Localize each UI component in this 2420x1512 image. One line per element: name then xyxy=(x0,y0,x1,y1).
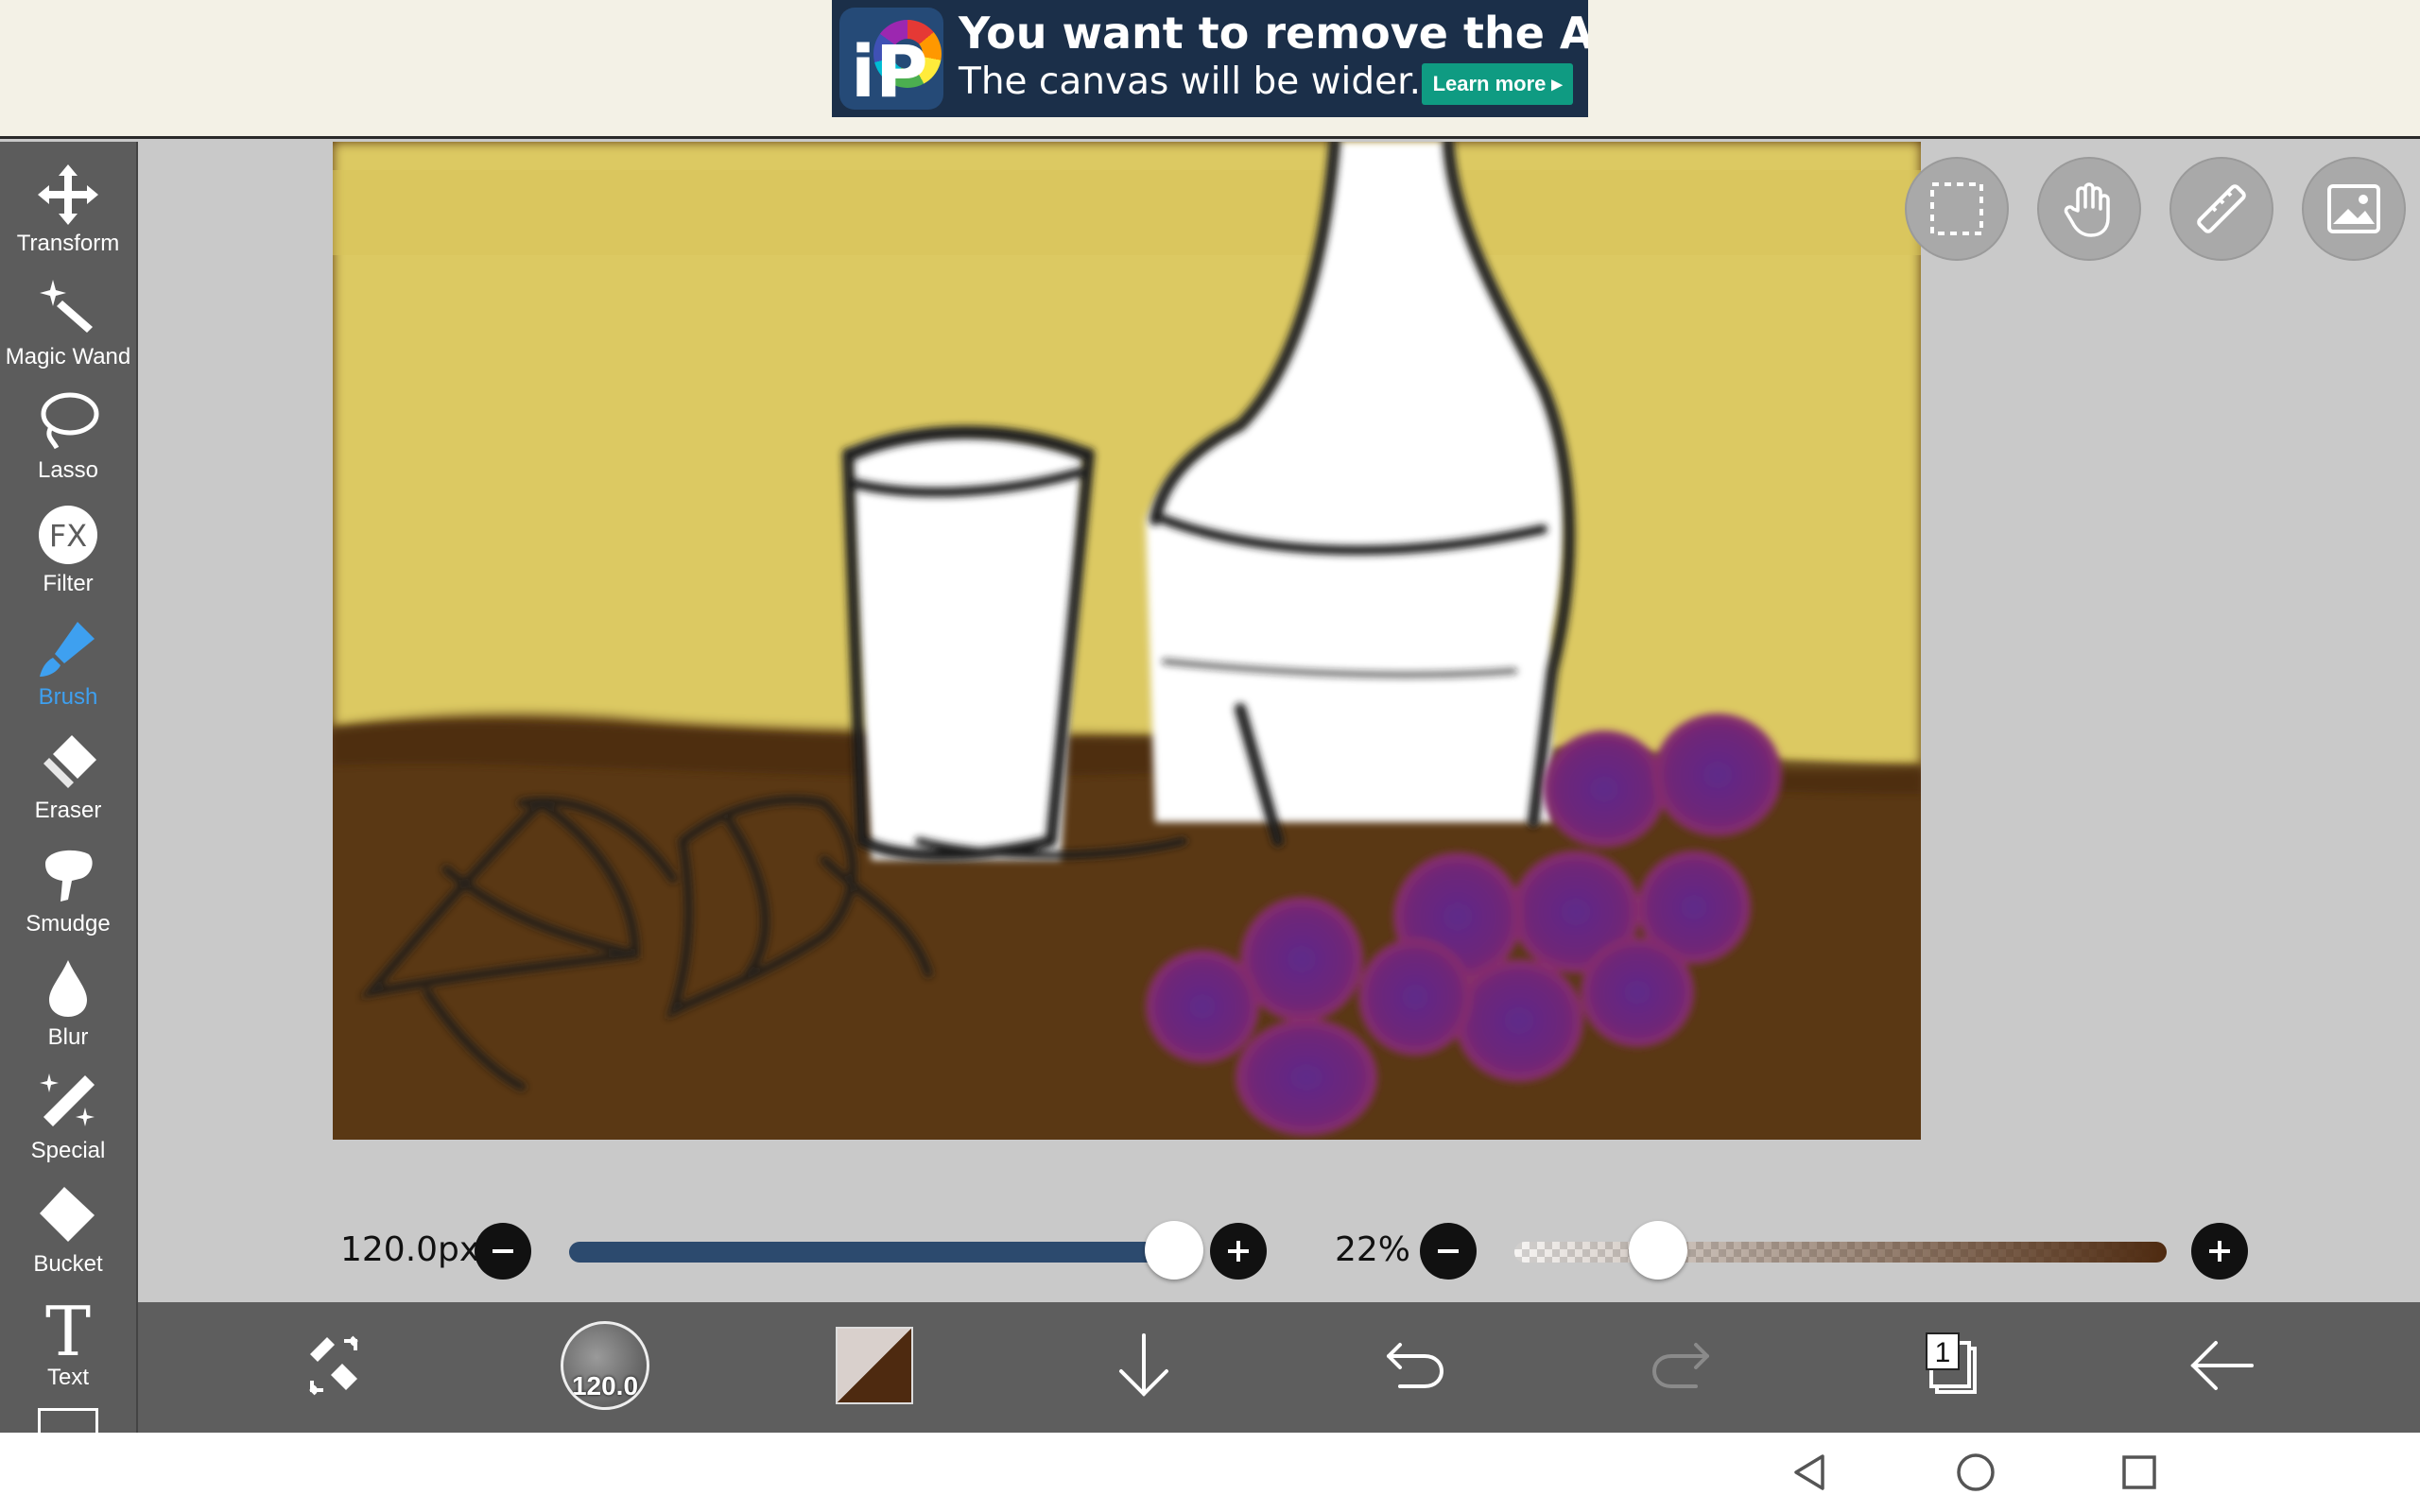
brush-size-badge: 120.0 xyxy=(571,1371,639,1400)
system-recents-button[interactable] xyxy=(2111,1444,2168,1501)
ruler-button[interactable] xyxy=(2169,157,2273,261)
ad-banner[interactable]: iP You want to remove the Ad? The canvas… xyxy=(832,0,1588,117)
special-icon xyxy=(34,1068,102,1136)
system-home-button[interactable] xyxy=(1947,1444,2004,1501)
arrow-down-icon xyxy=(1119,1333,1168,1397)
layer-count-badge: 1 xyxy=(1926,1332,1960,1370)
brush-size-value: 120.0px xyxy=(340,1230,480,1269)
brush-size-button[interactable]: 120.0 xyxy=(553,1314,657,1418)
tool-label: Filter xyxy=(43,571,94,596)
tool-bucket[interactable]: Bucket xyxy=(0,1174,136,1285)
image-icon xyxy=(2327,184,2380,233)
ibis-paint-logo: iP xyxy=(839,8,943,110)
tool-label: Bucket xyxy=(33,1251,103,1277)
undo-button[interactable] xyxy=(1361,1314,1465,1418)
tool-label: Lasso xyxy=(37,457,99,483)
transform-icon xyxy=(34,161,102,229)
tool-label: Brush xyxy=(38,684,98,710)
brush-eraser-swap-icon xyxy=(309,1335,358,1396)
painting xyxy=(333,142,1921,1140)
lasso-icon xyxy=(34,387,102,455)
hand-button[interactable] xyxy=(2037,157,2141,261)
brush-opacity-value: 22% xyxy=(1335,1230,1411,1269)
tool-text[interactable]: T Text xyxy=(0,1287,136,1399)
ad-subtitle: The canvas will be wider. xyxy=(959,60,1421,103)
brush-opacity-slider[interactable] xyxy=(1514,1242,2167,1263)
drawing-canvas[interactable] xyxy=(333,142,1921,1140)
learn-more-label: Learn more xyxy=(1432,72,1547,95)
ad-banner-bar: iP You want to remove the Ad? The canvas… xyxy=(0,0,2420,139)
smudge-icon xyxy=(34,841,102,909)
import-down-button[interactable] xyxy=(1092,1314,1196,1418)
plus-icon xyxy=(1228,1241,1249,1262)
ad-logo-text: iP xyxy=(851,29,928,113)
tool-filter[interactable]: FX Filter xyxy=(0,493,136,605)
redo-icon xyxy=(1652,1343,1709,1388)
circle-home-icon xyxy=(1957,1453,1995,1491)
tool-blur[interactable]: Blur xyxy=(0,947,136,1058)
tool-label: Text xyxy=(46,1365,89,1390)
tool-label: Blur xyxy=(47,1024,89,1050)
ad-title: You want to remove the Ad? xyxy=(959,8,1588,59)
fx-icon: FX xyxy=(34,501,102,569)
selection-icon xyxy=(1930,182,1983,235)
minus-icon xyxy=(493,1249,513,1253)
triangle-back-icon xyxy=(1794,1454,1824,1490)
tool-label: Smudge xyxy=(26,911,111,936)
brush-preview-icon: 120.0 xyxy=(561,1321,649,1410)
play-arrow-icon: ▸ xyxy=(1551,72,1563,95)
system-back-button[interactable] xyxy=(1782,1444,1839,1501)
opacity-increase-button[interactable] xyxy=(2191,1223,2248,1280)
size-increase-button[interactable] xyxy=(1210,1223,1267,1280)
arrow-left-icon xyxy=(2190,1341,2254,1390)
tool-transform[interactable]: Transform xyxy=(0,153,136,265)
swap-tool-button[interactable] xyxy=(283,1314,387,1418)
svg-text:FX: FX xyxy=(49,518,87,554)
tool-smudge[interactable]: Smudge xyxy=(0,833,136,945)
svg-text:T: T xyxy=(45,1297,91,1361)
tool-label: Transform xyxy=(16,231,120,256)
opacity-decrease-button[interactable] xyxy=(1420,1223,1477,1280)
bottom-toolbar: 120.0 1 xyxy=(138,1302,2420,1433)
tool-eraser[interactable]: Eraser xyxy=(0,720,136,832)
minus-icon xyxy=(1438,1249,1459,1253)
tool-label: Eraser xyxy=(34,798,102,823)
color-button[interactable] xyxy=(822,1314,926,1418)
tool-magic-wand[interactable]: Magic Wand xyxy=(0,266,136,378)
color-swatch xyxy=(836,1327,913,1404)
plus-icon xyxy=(2209,1241,2230,1262)
magic-wand-icon xyxy=(34,274,102,342)
redo-button[interactable] xyxy=(1631,1314,1735,1418)
brush-size-slider[interactable] xyxy=(569,1242,1193,1263)
tool-sidebar: Transform Magic Wand Lasso FX Filter Bru… xyxy=(0,142,138,1433)
back-button[interactable] xyxy=(2169,1314,2273,1418)
brush-settings-row: 120.0px 22% xyxy=(138,1200,2420,1304)
hand-icon xyxy=(2064,182,2110,237)
blur-drop-icon xyxy=(34,954,102,1022)
text-icon: T xyxy=(34,1295,102,1363)
eraser-icon xyxy=(34,728,102,796)
undo-icon xyxy=(1387,1343,1443,1388)
brush-opacity-slider-thumb[interactable] xyxy=(1628,1221,1687,1280)
layers-button[interactable]: 1 xyxy=(1900,1314,2004,1418)
square-recents-icon xyxy=(2122,1455,2156,1489)
reference-image-button[interactable] xyxy=(2302,157,2406,261)
selection-button[interactable] xyxy=(1905,157,2009,261)
tool-label: Special xyxy=(30,1138,106,1163)
tool-label: Magic Wand xyxy=(5,344,131,369)
bucket-icon xyxy=(34,1181,102,1249)
ruler-icon xyxy=(2197,184,2246,233)
brush-size-slider-thumb[interactable] xyxy=(1145,1221,1204,1280)
tool-next-partial[interactable] xyxy=(38,1408,98,1433)
size-decrease-button[interactable] xyxy=(475,1223,531,1280)
brush-size-slider-fill xyxy=(569,1242,1175,1263)
learn-more-button[interactable]: Learn more ▸ xyxy=(1422,63,1573,105)
brush-icon xyxy=(34,614,102,682)
system-navigation-bar xyxy=(0,1433,2420,1512)
tool-brush[interactable]: Brush xyxy=(0,607,136,718)
tool-lasso[interactable]: Lasso xyxy=(0,380,136,491)
tool-special[interactable]: Special xyxy=(0,1060,136,1172)
